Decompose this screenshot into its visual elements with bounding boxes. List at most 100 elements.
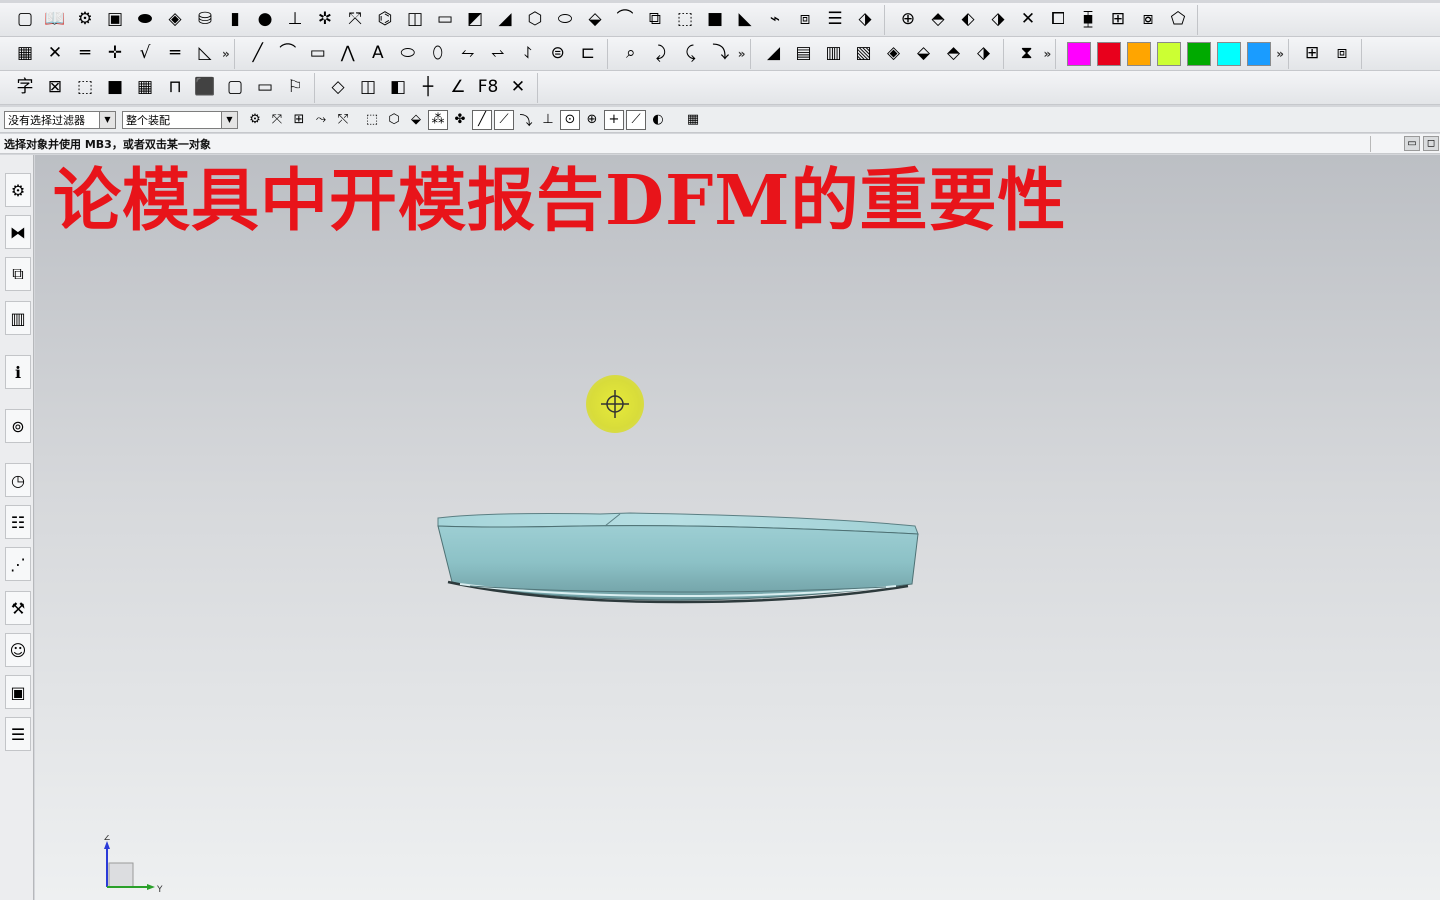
mold-tool3-icon[interactable]: ⬖ xyxy=(955,7,981,33)
sphere-icon[interactable]: ● xyxy=(252,7,278,33)
book-mirror-icon[interactable]: ◫ xyxy=(355,75,381,101)
fixture-icon[interactable]: ⊓ xyxy=(162,75,188,101)
spline-icon[interactable]: ⬭ xyxy=(395,41,421,67)
cylinder-icon[interactable]: ⛁ xyxy=(192,7,218,33)
open-book-icon[interactable]: 📖 xyxy=(42,7,68,33)
surface-through-curves-icon[interactable]: ◢ xyxy=(761,41,787,67)
feature-pattern-icon[interactable]: ✲ xyxy=(312,7,338,33)
snap-intersection-icon[interactable]: ⊥ xyxy=(538,110,558,130)
curve-wrap-icon[interactable]: ⊜ xyxy=(545,41,571,67)
snap-on-face-icon[interactable]: ◐ xyxy=(648,110,668,130)
crosshair-icon[interactable]: ┼ xyxy=(415,75,441,101)
body-select-icon[interactable]: ⬙ xyxy=(406,110,426,130)
add-selection-icon[interactable]: ⊞ xyxy=(289,110,309,130)
surface-extend-icon[interactable]: ◈ xyxy=(881,41,907,67)
selection-feature-icon[interactable]: ⤧ xyxy=(267,110,287,130)
mold-tool5-icon[interactable]: ✕ xyxy=(1015,7,1041,33)
line-icon[interactable]: ╱ xyxy=(245,41,271,67)
mirror-book-icon[interactable]: ◫ xyxy=(402,7,428,33)
assembly-navigator-icon[interactable]: ⚙ xyxy=(5,173,31,207)
curve-split-icon[interactable]: ⊏ xyxy=(575,41,601,67)
assembly-tree-icon[interactable]: ⧈ xyxy=(1329,41,1355,67)
mold-tool7-icon[interactable]: ⧯ xyxy=(1075,7,1101,33)
snap-tangent-icon[interactable]: ⟋ xyxy=(494,109,514,130)
sweep-icon[interactable]: ⌁ xyxy=(762,7,788,33)
pad-icon[interactable]: ⬬ xyxy=(132,7,158,33)
reuse-library-icon[interactable]: ▥ xyxy=(5,301,31,335)
part-model[interactable] xyxy=(430,510,930,610)
angle-icon[interactable]: ∠ xyxy=(445,75,471,101)
chamfer-icon[interactable]: ⬙ xyxy=(582,7,608,33)
selection-scope-dropdown[interactable]: 整个装配 ▼ xyxy=(122,110,238,129)
toolbar-overflow-icon[interactable]: » xyxy=(1044,47,1052,61)
transform-icon[interactable]: ⤧ xyxy=(342,7,368,33)
boss-icon[interactable]: ▭ xyxy=(432,7,458,33)
surface-mesh-icon[interactable]: ▤ xyxy=(791,41,817,67)
analysis-icon[interactable]: √ xyxy=(132,41,158,67)
hole-icon[interactable]: ⌬ xyxy=(372,7,398,33)
thicken-icon[interactable]: ⬚ xyxy=(672,7,698,33)
curve-length-icon[interactable]: ⤹ xyxy=(678,41,704,67)
snap-existing-point-icon[interactable]: + xyxy=(604,109,624,130)
type-filter-dropdown[interactable]: 没有选择过滤器 ▼ xyxy=(4,110,116,129)
layers-icon[interactable]: ☰ xyxy=(822,7,848,33)
color-swatch-3[interactable] xyxy=(1127,41,1152,66)
process-studio-icon[interactable]: ⋰ xyxy=(5,547,31,581)
sheet-icon[interactable]: ◣ xyxy=(732,7,758,33)
trim-body-icon[interactable]: ⬡ xyxy=(522,7,548,33)
curve-bridge-icon[interactable]: ⥊ xyxy=(455,41,481,67)
mold-tool6-icon[interactable]: ⧠ xyxy=(1045,7,1071,33)
layer-icon[interactable]: ◇ xyxy=(325,75,351,101)
filter-reset-icon[interactable]: ⚙ xyxy=(245,110,265,130)
snap-icon[interactable]: ✕ xyxy=(42,41,68,67)
snap-center-icon[interactable]: ⊙ xyxy=(560,109,580,130)
square-dashed-icon[interactable]: ▢ xyxy=(222,75,248,101)
block-icon[interactable]: ▣ xyxy=(102,7,128,33)
trim-curve-icon[interactable]: ⤸ xyxy=(648,41,674,67)
cylinder-blue-icon[interactable]: ▮ xyxy=(222,7,248,33)
measure-icon[interactable]: ═ xyxy=(72,41,98,67)
new-file-icon[interactable]: ▢ xyxy=(12,7,38,33)
mold-tool4-icon[interactable]: ⬗ xyxy=(985,7,1011,33)
system-visualization-icon[interactable]: ▣ xyxy=(5,675,31,709)
edge-blend-icon[interactable]: ⌒ xyxy=(612,7,638,33)
constraint-navigator-icon[interactable]: ⧓ xyxy=(5,215,31,249)
roles-icon[interactable]: ☺ xyxy=(5,633,31,667)
solid-red-icon[interactable]: ⬛ xyxy=(192,75,218,101)
sketch-icon[interactable]: ◺ xyxy=(192,41,218,67)
split-body-icon[interactable]: ⧉ xyxy=(642,7,668,33)
curve-combine-icon[interactable]: ⥌ xyxy=(515,41,541,67)
surface-trim-icon[interactable]: ⬙ xyxy=(911,41,937,67)
color-swatch-1[interactable] xyxy=(1067,41,1092,66)
chain-select-icon[interactable]: ⤲ xyxy=(333,110,353,130)
body-yellow-icon[interactable]: ■ xyxy=(102,75,128,101)
draft-icon[interactable]: ◢ xyxy=(492,7,518,33)
snap-endpoint-icon[interactable]: ⁂ xyxy=(428,109,448,130)
mold-tool1-icon[interactable]: ⊕ xyxy=(895,7,921,33)
snap-on-curve-icon[interactable]: ⟋ xyxy=(626,109,646,130)
curve-rule-icon[interactable]: ⤳ xyxy=(311,110,331,130)
graphics-window[interactable]: 论模具中开模报告DFM的重要性 Z Y xyxy=(35,155,1440,900)
palette-icon[interactable]: ☰ xyxy=(5,717,31,751)
rectangle-icon[interactable]: ▭ xyxy=(305,41,331,67)
edit-curve-icon[interactable]: ⌕ xyxy=(618,41,644,67)
curve-offset-icon[interactable]: ⬯ xyxy=(425,41,451,67)
datum-plane-icon[interactable]: ═ xyxy=(162,41,188,67)
mold-tool9-icon[interactable]: ⧇ xyxy=(1135,7,1161,33)
toolbar-overflow-icon[interactable]: » xyxy=(1276,47,1284,61)
display-icon[interactable]: ▦ xyxy=(12,41,38,67)
mold-tool10-icon[interactable]: ⬠ xyxy=(1165,7,1191,33)
fillet-curve-icon[interactable]: ⤵ xyxy=(708,41,734,67)
blend-icon[interactable]: ◈ xyxy=(162,7,188,33)
surface-grid-icon[interactable]: ▥ xyxy=(821,41,847,67)
view-clip-icon[interactable]: ⧗ xyxy=(1014,41,1040,67)
solid-tool-icon[interactable]: ⬗ xyxy=(852,7,878,33)
color-swatch-4[interactable] xyxy=(1157,41,1182,66)
color-swatch-7[interactable] xyxy=(1247,41,1272,66)
slot-icon[interactable]: ▭ xyxy=(252,75,278,101)
chevron-down-icon[interactable]: ▼ xyxy=(221,111,237,128)
extrude-icon[interactable]: ⊥ xyxy=(282,7,308,33)
box-solid-icon[interactable]: ■ xyxy=(702,7,728,33)
system-materials-icon[interactable]: ☷ xyxy=(5,505,31,539)
web-browser-icon[interactable]: ⊚ xyxy=(5,409,31,443)
